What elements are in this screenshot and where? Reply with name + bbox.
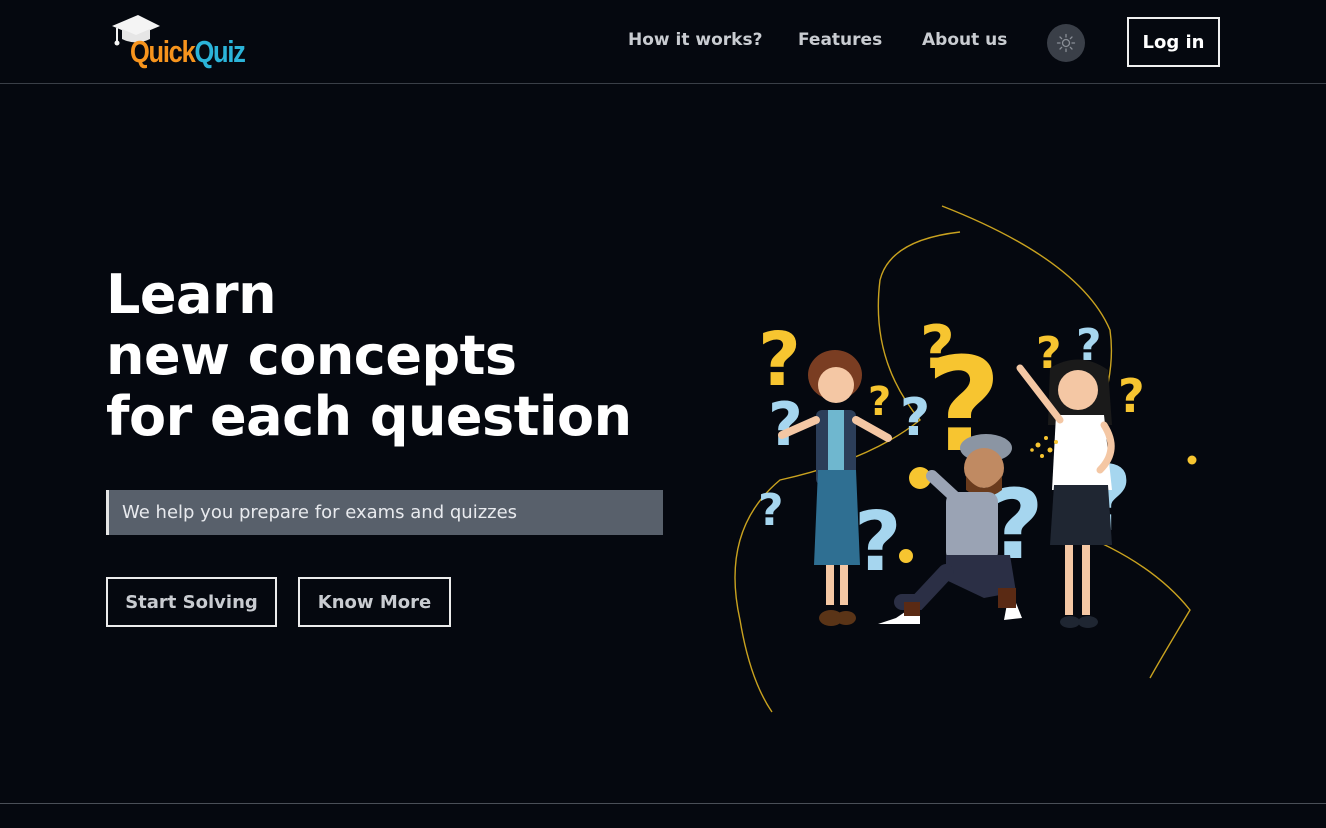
hero-title-line-2: new concepts: [106, 324, 517, 387]
logo[interactable]: QuickQuiz: [108, 12, 258, 72]
navbar: QuickQuiz How it works? Features About u…: [0, 0, 1326, 84]
nav-link-how-it-works[interactable]: How it works?: [628, 30, 762, 50]
hero-title-line-1: Learn: [106, 263, 277, 326]
hero-title-line-3: for each question: [106, 385, 632, 448]
nav-link-about-us[interactable]: About us: [922, 30, 1007, 50]
svg-text:?: ?: [854, 495, 902, 590]
svg-text:?: ?: [1118, 369, 1145, 423]
svg-text:?: ?: [868, 379, 891, 425]
logo-quiz: Quiz: [194, 34, 245, 69]
start-solving-button[interactable]: Start Solving: [106, 577, 277, 627]
hero-title: Learn new concepts for each question: [106, 264, 706, 447]
svg-text:?: ?: [758, 485, 784, 536]
footer-divider: [0, 803, 1326, 828]
hero-subtitle: We help you prepare for exams and quizze…: [106, 490, 663, 535]
sun-icon: [1056, 33, 1076, 53]
page: QuickQuiz How it works? Features About u…: [0, 0, 1326, 828]
nav-link-features[interactable]: Features: [798, 30, 882, 50]
logo-text: QuickQuiz: [130, 34, 246, 70]
svg-text:?: ?: [900, 388, 930, 448]
logo-quick: Quick: [130, 34, 196, 69]
hero-illustration: ? ? ? ? ? ? ? ? ? ? ? ? ?: [720, 200, 1220, 720]
theme-toggle-button[interactable]: [1047, 24, 1085, 62]
people-with-question-marks-illustration: ? ? ? ? ? ? ? ? ? ? ? ? ?: [734, 205, 1197, 713]
know-more-button[interactable]: Know More: [298, 577, 451, 627]
login-button[interactable]: Log in: [1127, 17, 1220, 67]
